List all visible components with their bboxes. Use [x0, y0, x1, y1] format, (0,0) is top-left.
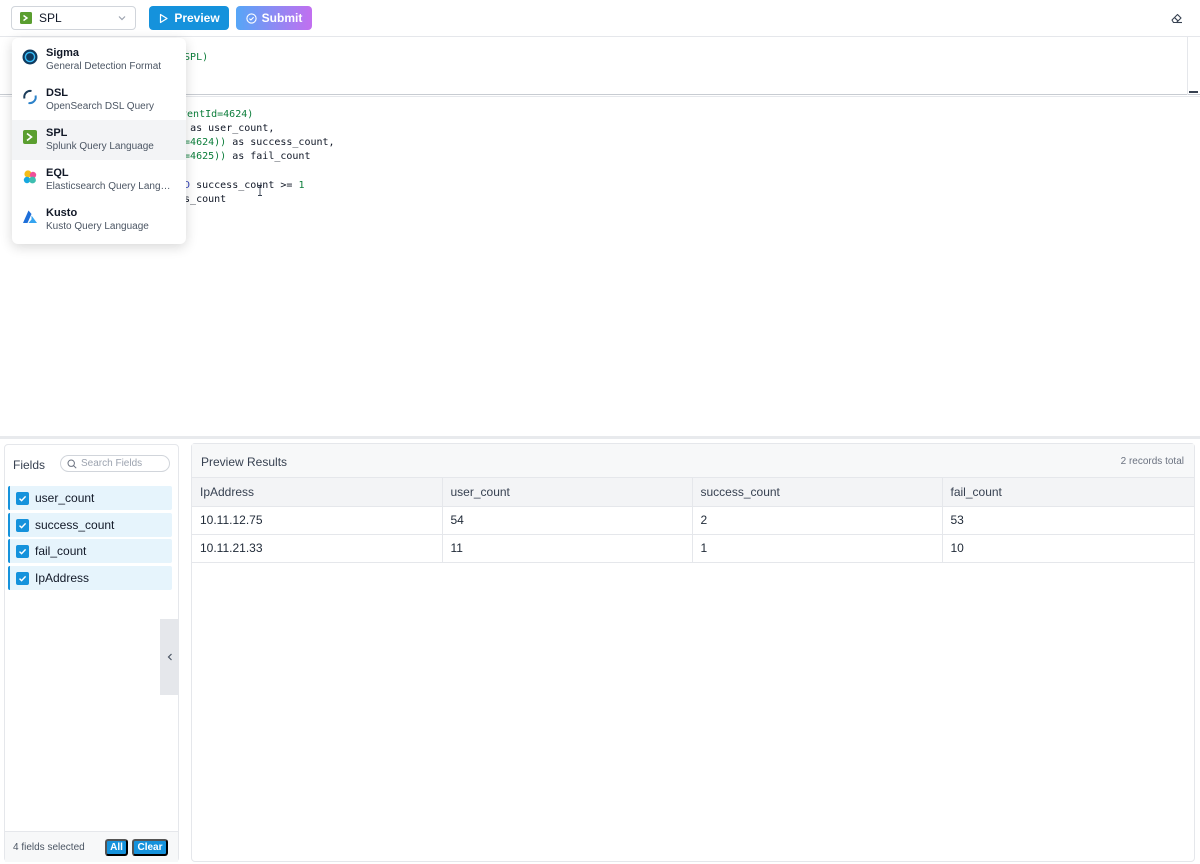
code-token: as fail_count — [226, 151, 311, 162]
sigma-icon — [22, 49, 38, 65]
toolbar: SPL Preview Submit — [0, 0, 1200, 37]
field-label: fail_count — [35, 544, 87, 558]
table-cell: 10 — [942, 534, 1194, 563]
table-cell: 2 — [692, 506, 943, 535]
table-row[interactable]: 10.11.12.75 54 2 53 — [192, 506, 1194, 535]
code-line: EventId=4624) — [175, 109, 253, 120]
check-icon — [19, 575, 27, 582]
table-cell: 10.11.12.75 — [192, 506, 443, 535]
check-icon — [19, 548, 27, 555]
code-line: Id=4624)) as success_count, — [172, 137, 335, 148]
chevron-left-icon — [167, 653, 172, 661]
field-checkbox[interactable] — [16, 518, 29, 532]
language-option-subtitle: Splunk Query Language — [46, 141, 154, 152]
fields-header: Fields — [5, 445, 180, 481]
collapse-panel-button[interactable] — [160, 619, 179, 695]
results-total: 2 records total — [1120, 456, 1184, 467]
field-checkbox[interactable] — [16, 491, 29, 505]
table-cell: 53 — [942, 506, 1194, 535]
code-line: AND success_count >= 1 — [172, 180, 304, 191]
check-icon — [19, 522, 27, 529]
language-option-subtitle: Kusto Query Language — [46, 221, 149, 232]
column-header[interactable]: fail_count — [942, 478, 1194, 507]
language-option-eql[interactable]: EQL Elasticsearch Query Language — [12, 160, 186, 200]
fields-panel: Fields user_count success_count fail_cou… — [4, 444, 179, 862]
language-option-title: DSL — [46, 87, 68, 99]
language-option-kusto[interactable]: Kusto Kusto Query Language — [12, 200, 186, 240]
splunk-icon — [23, 130, 37, 144]
editor-scrollbar[interactable] — [1187, 37, 1188, 95]
language-option-title: EQL — [46, 167, 69, 179]
language-option-subtitle: General Detection Format — [46, 61, 162, 72]
language-option-title: Sigma — [46, 47, 80, 59]
code-token: as success_count, — [226, 137, 335, 148]
table-cell: 10.11.21.33 — [192, 534, 443, 563]
table-header-row: IpAddress user_count success_count fail_… — [192, 478, 1194, 507]
column-header[interactable]: user_count — [442, 478, 693, 507]
check-circle-icon — [246, 12, 257, 24]
code-line: Id=4625)) as fail_count — [172, 151, 310, 162]
language-select-value: SPL — [39, 11, 62, 25]
code-line: e) as user_count, — [172, 123, 274, 134]
table-cell: 1 — [692, 534, 943, 563]
chevron-down-icon — [118, 16, 126, 21]
table-cell: 11 — [442, 534, 693, 563]
field-label: user_count — [35, 491, 95, 505]
field-checkbox[interactable] — [16, 544, 29, 558]
table-cell: 54 — [442, 506, 693, 535]
code-token: EventId=4624) — [175, 109, 254, 120]
field-item-success-count[interactable]: success_count — [8, 513, 172, 537]
field-checkbox[interactable] — [16, 571, 29, 585]
preview-button[interactable]: Preview — [149, 6, 229, 30]
select-all-button[interactable]: All — [105, 839, 128, 856]
language-option-subtitle: OpenSearch DSL Query — [46, 101, 155, 112]
text-cursor-icon — [258, 185, 262, 196]
code-token: 1 — [298, 180, 305, 191]
play-icon — [160, 13, 168, 23]
fields-title: Fields — [13, 458, 46, 472]
language-select[interactable]: SPL — [11, 6, 136, 30]
azure-icon — [23, 210, 37, 223]
field-item-fail-count[interactable]: fail_count — [8, 539, 172, 563]
results-title: Preview Results — [201, 455, 288, 469]
field-item-ipaddress[interactable]: IpAddress — [8, 566, 172, 590]
preview-button-label: Preview — [174, 11, 220, 25]
fields-search[interactable] — [60, 455, 170, 472]
field-label: IpAddress — [35, 571, 90, 585]
search-icon — [67, 458, 77, 469]
results-header: Preview Results 2 records total — [192, 444, 1194, 478]
elastic-icon — [23, 170, 37, 184]
clear-button[interactable]: Clear — [132, 839, 168, 856]
language-option-title: SPL — [46, 127, 68, 139]
language-option-spl[interactable]: SPL Splunk Query Language — [12, 120, 186, 160]
results-panel: Preview Results 2 records total IpAddres… — [191, 443, 1195, 862]
language-option-dsl[interactable]: DSL OpenSearch DSL Query — [12, 80, 186, 120]
fields-search-input[interactable] — [81, 458, 167, 469]
language-option-sigma[interactable]: Sigma General Detection Format — [12, 40, 186, 80]
splunk-icon — [20, 12, 32, 24]
language-option-subtitle: Elasticsearch Query Language — [46, 181, 174, 192]
column-header[interactable]: success_count — [692, 478, 943, 507]
fields-footer: 4 fields selected All Clear — [5, 831, 178, 862]
submit-button-label: Submit — [261, 11, 303, 25]
code-token: as user_count, — [184, 123, 275, 134]
field-item-user-count[interactable]: user_count — [8, 486, 172, 510]
check-icon — [19, 495, 27, 502]
submit-button[interactable]: Submit — [236, 6, 312, 30]
language-option-title: Kusto — [46, 207, 78, 219]
fields-selected-count: 4 fields selected — [13, 842, 85, 853]
column-header[interactable]: IpAddress — [192, 478, 443, 507]
language-dropdown: Sigma General Detection Format DSL OpenS… — [12, 38, 186, 244]
panel-splitter[interactable] — [0, 436, 1200, 439]
opensearch-icon — [23, 89, 37, 105]
field-label: success_count — [35, 518, 115, 532]
code-token: success_count >= — [190, 180, 299, 191]
eraser-icon[interactable] — [1170, 11, 1184, 25]
table-row[interactable]: 10.11.21.33 11 1 10 — [192, 534, 1194, 563]
results-table: IpAddress user_count success_count fail_… — [192, 478, 1194, 563]
editor-scroll-marker — [1189, 91, 1198, 93]
